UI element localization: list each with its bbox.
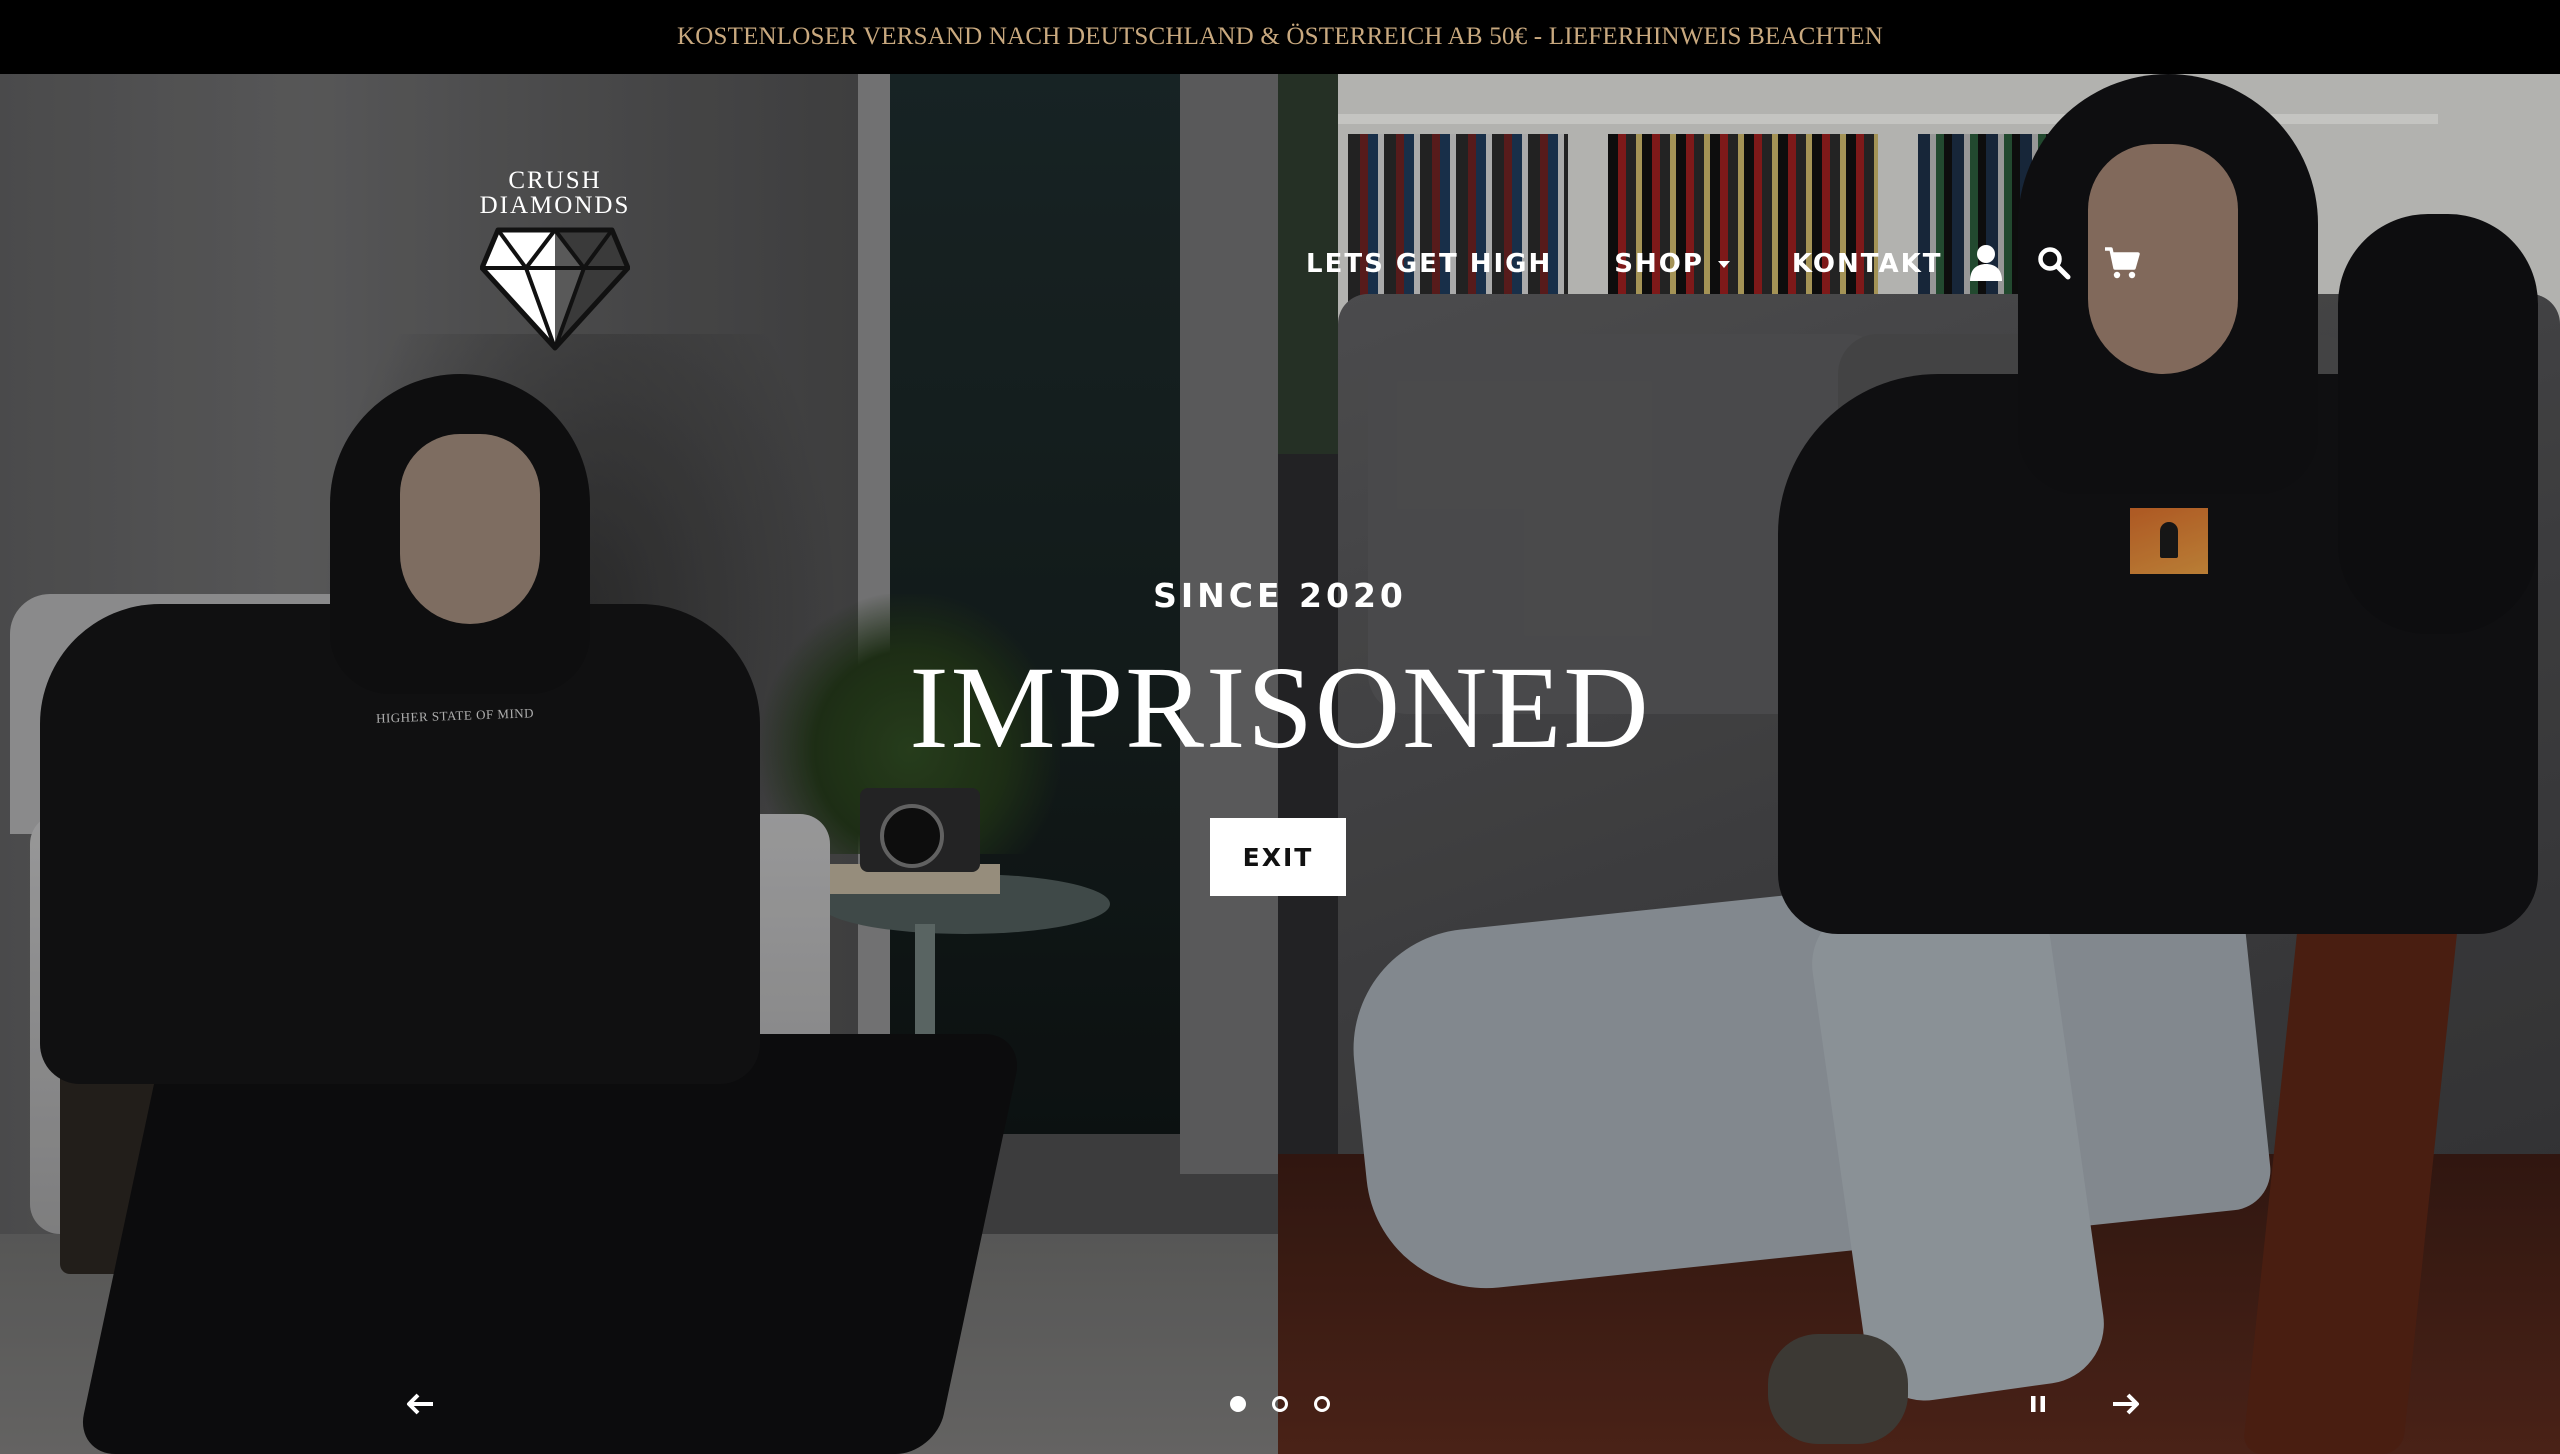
announcement-bar: KOSTENLOSER VERSAND NACH DEUTSCHLAND & Ö…: [0, 0, 2560, 74]
hero-headline: IMPRISONED: [909, 642, 1651, 773]
hero-slideshow: HIGHER STATE OF MIND CRUSH DIAMONDS LETS…: [0, 74, 2560, 1454]
arrow-left-icon[interactable]: [400, 1384, 440, 1424]
announcement-text[interactable]: KOSTENLOSER VERSAND NACH DEUTSCHLAND & Ö…: [677, 23, 1883, 51]
slide-dot-3[interactable]: [1314, 1396, 1330, 1412]
hero-exit-button[interactable]: EXIT: [1210, 818, 1346, 896]
hero-eyebrow: SINCE 2020: [1153, 576, 1407, 615]
slide-dot-1[interactable]: [1230, 1396, 1246, 1412]
hero-content: SINCE 2020 IMPRISONED EXIT: [0, 74, 2560, 1454]
slide-dot-2[interactable]: [1272, 1396, 1288, 1412]
slide-indicators: [1230, 1394, 1330, 1414]
pause-icon[interactable]: [2026, 1386, 2050, 1422]
arrow-right-icon[interactable]: [2106, 1384, 2146, 1424]
